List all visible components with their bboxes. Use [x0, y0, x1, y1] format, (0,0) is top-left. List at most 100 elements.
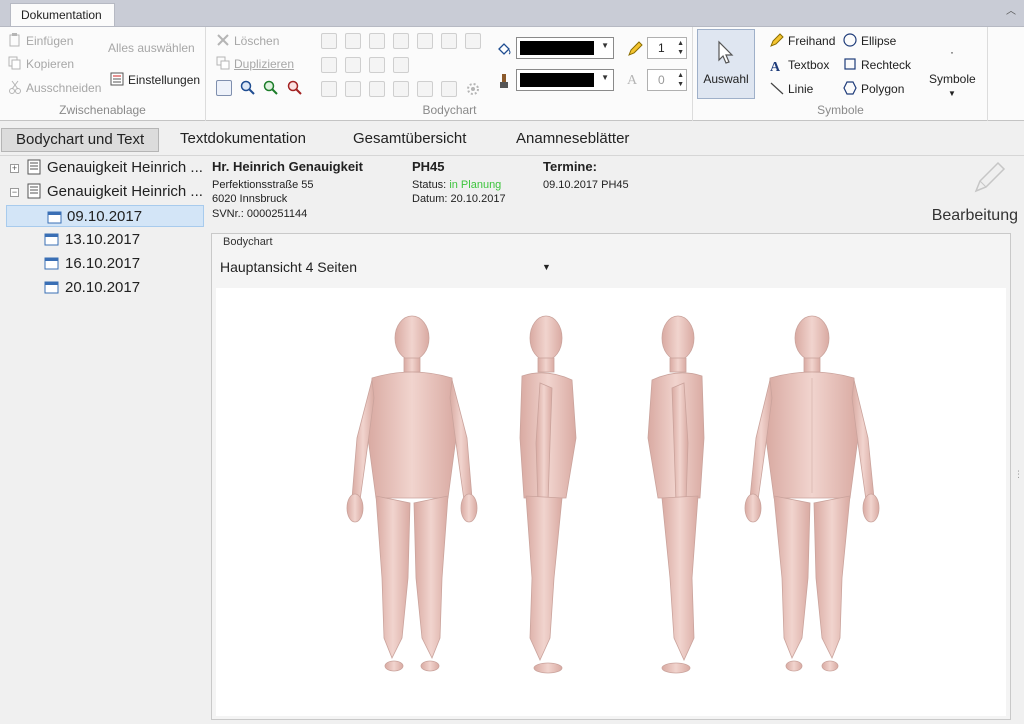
panel-title: Bodychart	[223, 236, 273, 248]
stepper-arrows-icon[interactable]: ▲ ▼	[677, 71, 684, 89]
patient-svnr: SVNr.: 0000251144	[212, 208, 308, 220]
flip-horizontal-icon[interactable]	[345, 57, 361, 73]
line-color-swatch	[520, 41, 594, 55]
view-select[interactable]: Hauptansicht 4 Seiten ▼	[220, 256, 551, 278]
einfuegen-button[interactable]: Einfügen	[8, 31, 73, 51]
patient-street: Perfektionsstraße 55	[212, 179, 314, 191]
bodychart-panel: Bodychart Hauptansicht 4 Seiten ▼	[211, 233, 1011, 720]
chevron-down-icon: ▼	[601, 73, 609, 82]
send-backward-icon[interactable]	[393, 33, 409, 49]
group-icon[interactable]	[417, 33, 433, 49]
duplizieren-button[interactable]: Duplizieren	[216, 54, 294, 74]
bring-forward-icon[interactable]	[369, 33, 385, 49]
flip-vertical-icon[interactable]	[321, 57, 337, 73]
align-bottom-icon[interactable]	[441, 81, 457, 97]
bodychart-canvas[interactable]	[216, 288, 1006, 716]
edit-mode[interactable]: Bearbeitung	[918, 157, 1018, 231]
chevron-down-icon: ▼	[542, 262, 551, 272]
gear-icon[interactable]	[465, 81, 481, 97]
textbox-button[interactable]: A Textbox	[770, 55, 829, 75]
line-icon	[770, 81, 784, 95]
alles-auswaehlen-button[interactable]: Alles auswählen	[108, 38, 195, 58]
patient-header: Hr. Heinrich Genauigkeit Perfektionsstra…	[212, 157, 1024, 233]
tab-dokumentation[interactable]: Dokumentation	[10, 3, 115, 27]
tab-anamneseblaetter[interactable]: Anamneseblätter	[502, 128, 643, 152]
scissors-icon	[8, 80, 22, 94]
copy-icon	[8, 56, 22, 70]
patient-city: 6020 Innsbruck	[212, 193, 288, 205]
ellipse-icon	[843, 33, 857, 47]
freihand-button[interactable]: Freihand	[770, 31, 835, 51]
tree-date-item[interactable]: 20.10.2017	[44, 277, 140, 299]
document-icon	[26, 183, 42, 199]
tab-textdokumentation[interactable]: Textdokumentation	[166, 128, 320, 152]
body-back-view[interactable]	[744, 315, 880, 672]
right-splitter[interactable]: ⋮	[1013, 233, 1024, 720]
pencil-icon	[627, 41, 643, 57]
expand-plus-icon[interactable]: +	[10, 164, 19, 173]
patient-name: Hr. Heinrich Genauigkeit	[212, 159, 363, 174]
font-size-stepper[interactable]: 0 ▲ ▼	[647, 69, 687, 91]
align-right-icon[interactable]	[369, 81, 385, 97]
line-width-stepper[interactable]: 1 ▲ ▼	[647, 37, 687, 59]
zoom-fit-icon[interactable]	[216, 80, 232, 96]
grip-icon: ⋮	[1014, 469, 1023, 479]
collapse-minus-icon[interactable]: −	[10, 188, 19, 197]
calendar-icon	[47, 209, 62, 231]
zoom-out-icon[interactable]	[287, 80, 303, 96]
rechteck-button[interactable]: Rechteck	[843, 55, 911, 75]
body-front-view[interactable]	[346, 315, 478, 672]
rectangle-icon	[843, 57, 857, 71]
tab-bodychart-und-text[interactable]: Bodychart und Text	[1, 128, 160, 152]
chevron-down-icon: ▼	[948, 89, 956, 98]
ribbon-collapse-icon[interactable]: ︿	[1004, 6, 1018, 18]
text-a-icon: A	[770, 60, 781, 75]
ribbon-tabstrip: Dokumentation ︿	[0, 0, 1024, 27]
paste-icon	[8, 33, 22, 47]
tree-date-item[interactable]: 16.10.2017	[44, 253, 140, 275]
bring-front-icon[interactable]	[321, 33, 337, 49]
stepper-arrows-icon[interactable]: ▲ ▼	[677, 39, 684, 57]
mirror-icon[interactable]	[369, 57, 385, 73]
body-side-view-left[interactable]	[519, 315, 577, 674]
align-middle-icon[interactable]	[417, 81, 433, 97]
settings-list-icon	[110, 72, 124, 86]
ellipse-button[interactable]: Ellipse	[843, 31, 896, 51]
symbole-dot-icon: ·	[950, 45, 954, 59]
polygon-button[interactable]: Polygon	[843, 79, 904, 99]
document-tree: + Genauigkeit Heinrich ... − Genauigkeit…	[0, 157, 207, 724]
view-tabs: Bodychart und Text Textdokumentation Ges…	[0, 122, 1024, 156]
zoom-in-icon[interactable]	[263, 80, 279, 96]
group-label-zwischenablage: Zwischenablage	[59, 103, 146, 117]
kopieren-button[interactable]: Kopieren	[8, 54, 74, 74]
ausschneiden-button[interactable]: Ausschneiden	[8, 78, 101, 98]
ungroup-icon[interactable]	[441, 33, 457, 49]
tree-node[interactable]: Genauigkeit Heinrich ...	[26, 181, 203, 203]
rotate-icon[interactable]	[393, 57, 409, 73]
loeschen-button[interactable]: Löschen	[216, 31, 279, 51]
send-back-icon[interactable]	[345, 33, 361, 49]
line-color-picker[interactable]: ▼	[516, 37, 614, 59]
align-top-icon[interactable]	[393, 81, 409, 97]
linie-button[interactable]: Linie	[770, 79, 813, 99]
zoom-icon[interactable]	[240, 80, 256, 96]
resize-icon[interactable]	[465, 33, 481, 49]
tab-gesamtuebersicht[interactable]: Gesamtübersicht	[339, 128, 480, 152]
group-label-symbole: Symbole	[817, 103, 864, 117]
tree-date-item[interactable]: 09.10.2017	[6, 205, 204, 227]
align-left-icon[interactable]	[321, 81, 337, 97]
tree-date-item[interactable]: 13.10.2017	[44, 229, 140, 251]
fill-color-swatch	[520, 73, 594, 87]
status-value: in Planung	[449, 179, 502, 191]
tree-node[interactable]: Genauigkeit Heinrich ...	[26, 157, 203, 179]
fill-color-picker[interactable]: ▼	[516, 69, 614, 91]
ribbon: Einfügen Kopieren Ausschneiden Alles aus…	[0, 26, 1024, 121]
document-icon	[26, 159, 42, 175]
body-side-view-right[interactable]	[647, 315, 705, 674]
duplicate-icon	[216, 56, 230, 70]
einstellungen-button[interactable]: Einstellungen	[110, 70, 200, 90]
auswahl-button[interactable]: Auswahl	[697, 29, 755, 99]
align-center-icon[interactable]	[345, 81, 361, 97]
body-figures	[346, 315, 880, 674]
group-zwischenablage: Einfügen Kopieren Ausschneiden Alles aus…	[0, 27, 206, 121]
